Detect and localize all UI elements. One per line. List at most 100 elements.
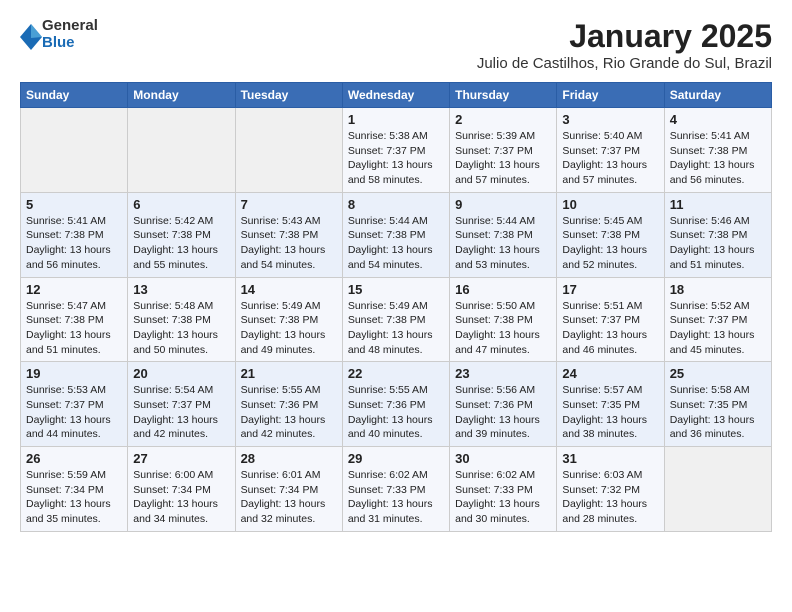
day-number: 11 (670, 197, 766, 212)
calendar-cell: 3 Sunrise: 5:40 AMSunset: 7:37 PMDaylight… (557, 108, 664, 193)
day-number: 22 (348, 366, 444, 381)
day-number: 29 (348, 451, 444, 466)
day-number: 23 (455, 366, 551, 381)
weekday-header: Saturday (664, 83, 771, 108)
calendar-cell: 19 Sunrise: 5:53 AMSunset: 7:37 PMDayligh… (21, 362, 128, 447)
calendar-cell: 31 Sunrise: 6:03 AMSunset: 7:32 PMDayligh… (557, 447, 664, 532)
calendar-cell (128, 108, 235, 193)
calendar-cell: 15 Sunrise: 5:49 AMSunset: 7:38 PMDayligh… (342, 277, 449, 362)
day-number: 25 (670, 366, 766, 381)
calendar-cell: 13 Sunrise: 5:48 AMSunset: 7:38 PMDayligh… (128, 277, 235, 362)
day-number: 3 (562, 112, 658, 127)
calendar-cell: 25Sunrise: 5:58 AMSunset: 7:35 PMDayligh… (664, 362, 771, 447)
header: General Blue January 2025 Julio de Casti… (20, 18, 772, 72)
cell-content: Sunrise: 5:54 AMSunset: 7:37 PMDaylight:… (133, 383, 229, 442)
calendar-table: SundayMondayTuesdayWednesdayThursdayFrid… (20, 82, 772, 532)
weekday-header: Thursday (450, 83, 557, 108)
cell-content: Sunrise: 5:55 AMSunset: 7:36 PMDaylight:… (348, 383, 444, 442)
cell-content: Sunrise: 5:47 AMSunset: 7:38 PMDaylight:… (26, 299, 122, 358)
calendar-cell: 20Sunrise: 5:54 AMSunset: 7:37 PMDayligh… (128, 362, 235, 447)
logo-text: General Blue (42, 18, 98, 51)
calendar-title: January 2025 (477, 18, 772, 55)
day-number: 24 (562, 366, 658, 381)
cell-content: Sunrise: 5:41 AMSunset: 7:38 PMDaylight:… (26, 214, 122, 273)
cell-content: Sunrise: 6:02 AMSunset: 7:33 PMDaylight:… (348, 468, 444, 527)
calendar-cell: 27Sunrise: 6:00 AMSunset: 7:34 PMDayligh… (128, 447, 235, 532)
calendar-cell: 24 Sunrise: 5:57 AMSunset: 7:35 PMDayligh… (557, 362, 664, 447)
calendar-cell: 18 Sunrise: 5:52 AMSunset: 7:37 PMDayligh… (664, 277, 771, 362)
cell-content: Sunrise: 5:41 AMSunset: 7:38 PMDaylight:… (670, 129, 766, 188)
weekday-header: Tuesday (235, 83, 342, 108)
cell-content: Sunrise: 5:40 AMSunset: 7:37 PMDaylight:… (562, 129, 658, 188)
cell-content: Sunrise: 5:48 AMSunset: 7:38 PMDaylight:… (133, 299, 229, 358)
cell-content: Sunrise: 5:52 AMSunset: 7:37 PMDaylight:… (670, 299, 766, 358)
day-number: 19 (26, 366, 122, 381)
weekday-row: SundayMondayTuesdayWednesdayThursdayFrid… (21, 83, 772, 108)
day-number: 2 (455, 112, 551, 127)
cell-content: Sunrise: 5:57 AMSunset: 7:35 PMDaylight:… (562, 383, 658, 442)
calendar-cell (21, 108, 128, 193)
day-number: 7 (241, 197, 337, 212)
day-number: 21 (241, 366, 337, 381)
title-block: January 2025 Julio de Castilhos, Rio Gra… (477, 18, 772, 72)
calendar-subtitle: Julio de Castilhos, Rio Grande do Sul, B… (477, 55, 772, 72)
calendar-header: SundayMondayTuesdayWednesdayThursdayFrid… (21, 83, 772, 108)
cell-content: Sunrise: 5:51 AMSunset: 7:37 PMDaylight:… (562, 299, 658, 358)
cell-content: Sunrise: 5:46 AMSunset: 7:38 PMDaylight:… (670, 214, 766, 273)
calendar-cell: 9 Sunrise: 5:44 AMSunset: 7:38 PMDaylight… (450, 192, 557, 277)
calendar-cell: 6Sunrise: 5:42 AMSunset: 7:38 PMDaylight… (128, 192, 235, 277)
day-number: 9 (455, 197, 551, 212)
logo-general: General (42, 18, 98, 35)
calendar-cell: 28 Sunrise: 6:01 AMSunset: 7:34 PMDayligh… (235, 447, 342, 532)
calendar-cell: 29 Sunrise: 6:02 AMSunset: 7:33 PMDayligh… (342, 447, 449, 532)
day-number: 13 (133, 282, 229, 297)
cell-content: Sunrise: 6:03 AMSunset: 7:32 PMDaylight:… (562, 468, 658, 527)
weekday-header: Friday (557, 83, 664, 108)
cell-content: Sunrise: 5:38 AMSunset: 7:37 PMDaylight:… (348, 129, 444, 188)
logo-blue: Blue (42, 35, 98, 52)
calendar-cell: 4 Sunrise: 5:41 AMSunset: 7:38 PMDaylight… (664, 108, 771, 193)
day-number: 31 (562, 451, 658, 466)
day-number: 30 (455, 451, 551, 466)
calendar-cell (664, 447, 771, 532)
calendar-cell: 5Sunrise: 5:41 AMSunset: 7:38 PMDaylight… (21, 192, 128, 277)
calendar-cell: 21Sunrise: 5:55 AMSunset: 7:36 PMDayligh… (235, 362, 342, 447)
day-number: 27 (133, 451, 229, 466)
cell-content: Sunrise: 6:02 AMSunset: 7:33 PMDaylight:… (455, 468, 551, 527)
calendar-cell: 2Sunrise: 5:39 AMSunset: 7:37 PMDaylight… (450, 108, 557, 193)
cell-content: Sunrise: 5:42 AMSunset: 7:38 PMDaylight:… (133, 214, 229, 273)
day-number: 16 (455, 282, 551, 297)
calendar-cell: 11 Sunrise: 5:46 AMSunset: 7:38 PMDayligh… (664, 192, 771, 277)
logo-icon (20, 24, 38, 46)
cell-content: Sunrise: 5:44 AMSunset: 7:38 PMDaylight:… (348, 214, 444, 273)
day-number: 28 (241, 451, 337, 466)
day-number: 26 (26, 451, 122, 466)
cell-content: Sunrise: 5:49 AMSunset: 7:38 PMDaylight:… (241, 299, 337, 358)
weekday-header: Sunday (21, 83, 128, 108)
day-number: 4 (670, 112, 766, 127)
calendar-cell: 7 Sunrise: 5:43 AMSunset: 7:38 PMDaylight… (235, 192, 342, 277)
day-number: 15 (348, 282, 444, 297)
cell-content: Sunrise: 5:56 AMSunset: 7:36 PMDaylight:… (455, 383, 551, 442)
cell-content: Sunrise: 5:53 AMSunset: 7:37 PMDaylight:… (26, 383, 122, 442)
calendar-cell: 16 Sunrise: 5:50 AMSunset: 7:38 PMDayligh… (450, 277, 557, 362)
calendar-cell: 23 Sunrise: 5:56 AMSunset: 7:36 PMDayligh… (450, 362, 557, 447)
cell-content: Sunrise: 5:59 AMSunset: 7:34 PMDaylight:… (26, 468, 122, 527)
cell-content: Sunrise: 5:50 AMSunset: 7:38 PMDaylight:… (455, 299, 551, 358)
day-number: 1 (348, 112, 444, 127)
calendar-cell: 30 Sunrise: 6:02 AMSunset: 7:33 PMDayligh… (450, 447, 557, 532)
weekday-header: Monday (128, 83, 235, 108)
cell-content: Sunrise: 5:43 AMSunset: 7:38 PMDaylight:… (241, 214, 337, 273)
day-number: 18 (670, 282, 766, 297)
cell-content: Sunrise: 5:49 AMSunset: 7:38 PMDaylight:… (348, 299, 444, 358)
calendar-cell: 12Sunrise: 5:47 AMSunset: 7:38 PMDayligh… (21, 277, 128, 362)
calendar-body: 1 Sunrise: 5:38 AMSunset: 7:37 PMDaylight… (21, 108, 772, 532)
cell-content: Sunrise: 6:01 AMSunset: 7:34 PMDaylight:… (241, 468, 337, 527)
calendar-cell: 22 Sunrise: 5:55 AMSunset: 7:36 PMDayligh… (342, 362, 449, 447)
weekday-header: Wednesday (342, 83, 449, 108)
calendar-week-row: 1 Sunrise: 5:38 AMSunset: 7:37 PMDaylight… (21, 108, 772, 193)
calendar-cell: 8Sunrise: 5:44 AMSunset: 7:38 PMDaylight… (342, 192, 449, 277)
cell-content: Sunrise: 5:45 AMSunset: 7:38 PMDaylight:… (562, 214, 658, 273)
day-number: 14 (241, 282, 337, 297)
cell-content: Sunrise: 5:44 AMSunset: 7:38 PMDaylight:… (455, 214, 551, 273)
